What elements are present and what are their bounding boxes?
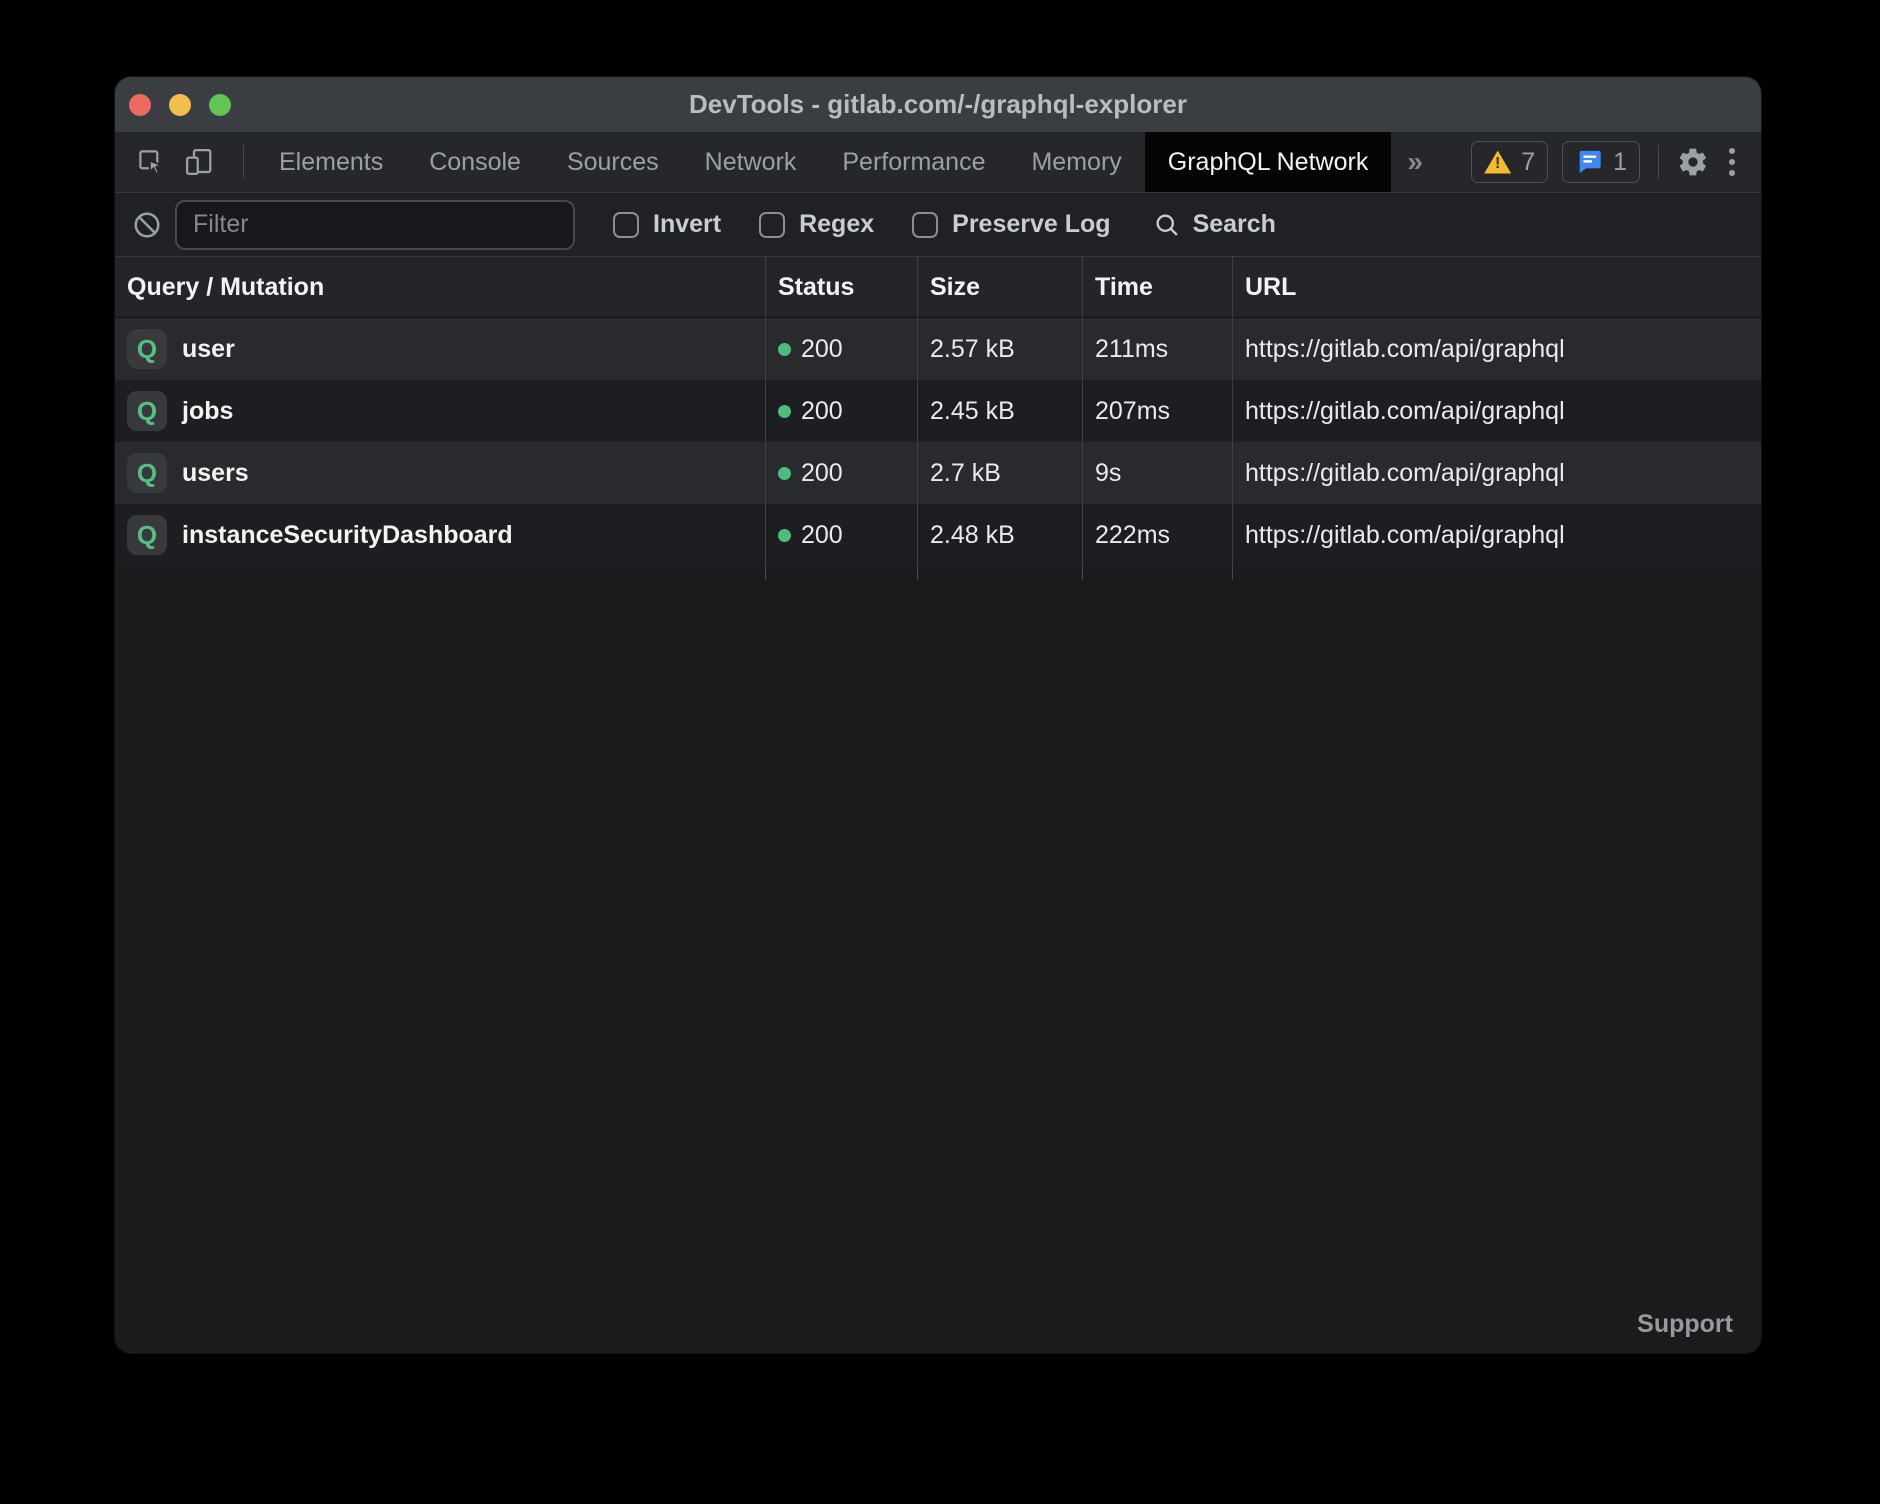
request-url: https://gitlab.com/api/graphql xyxy=(1232,318,1761,380)
column-header-url: URL xyxy=(1232,257,1761,317)
issues-badge[interactable]: 1 xyxy=(1562,141,1640,183)
search-button[interactable]: Search xyxy=(1153,210,1276,239)
search-icon xyxy=(1153,211,1181,239)
warning-icon xyxy=(1484,151,1511,174)
column-header-time: Time xyxy=(1082,257,1232,317)
preserve-log-checkbox[interactable] xyxy=(912,212,938,238)
request-url: https://gitlab.com/api/graphql xyxy=(1232,442,1761,504)
status-ok-icon xyxy=(778,467,791,480)
table-row[interactable]: Q user 200 2.57 kB 211ms https://gitlab.… xyxy=(115,318,1761,380)
query-type-icon: Q xyxy=(127,391,167,431)
toolbar-divider xyxy=(1658,145,1659,179)
tab-performance[interactable]: Performance xyxy=(819,132,1008,192)
regex-checkbox[interactable] xyxy=(759,212,785,238)
devtools-window: DevTools - gitlab.com/-/graphql-explorer… xyxy=(115,77,1761,1353)
query-name: users xyxy=(182,459,249,488)
status-code: 200 xyxy=(801,521,843,550)
issues-icon xyxy=(1575,148,1603,176)
request-time: 222ms xyxy=(1082,504,1232,566)
status-code: 200 xyxy=(801,459,843,488)
tab-console[interactable]: Console xyxy=(406,132,544,192)
table-row[interactable]: Q users 200 2.7 kB 9s https://gitlab.com… xyxy=(115,442,1761,504)
more-tabs-button[interactable]: » xyxy=(1391,132,1439,192)
tab-memory[interactable]: Memory xyxy=(1008,132,1144,192)
tab-network[interactable]: Network xyxy=(682,132,820,192)
warning-count: 7 xyxy=(1521,148,1535,177)
response-size: 2.48 kB xyxy=(917,504,1082,566)
request-time: 9s xyxy=(1082,442,1232,504)
status-ok-icon xyxy=(778,343,791,356)
preserve-log-label: Preserve Log xyxy=(952,210,1110,239)
devtools-tabbar: Elements Console Sources Network Perform… xyxy=(115,132,1761,192)
status-code: 200 xyxy=(801,335,843,364)
table-header: Query / Mutation Status Size Time URL xyxy=(115,256,1761,318)
status-ok-icon xyxy=(778,405,791,418)
more-options-icon[interactable] xyxy=(1723,148,1741,176)
titlebar: DevTools - gitlab.com/-/graphql-explorer xyxy=(115,77,1761,132)
response-size: 2.7 kB xyxy=(917,442,1082,504)
query-type-icon: Q xyxy=(127,515,167,555)
clear-log-icon[interactable] xyxy=(131,209,163,241)
device-toolbar-icon[interactable] xyxy=(183,146,215,178)
invert-label: Invert xyxy=(653,210,721,239)
filter-input[interactable] xyxy=(175,200,575,250)
window-title: DevTools - gitlab.com/-/graphql-explorer xyxy=(115,89,1761,120)
panel-tabs: Elements Console Sources Network Perform… xyxy=(256,132,1439,192)
issues-count: 1 xyxy=(1613,148,1627,177)
column-guides xyxy=(115,566,1761,580)
invert-checkbox-group: Invert xyxy=(613,210,721,239)
filter-toolbar: Invert Regex Preserve Log Search xyxy=(115,192,1761,256)
tab-graphql-network[interactable]: GraphQL Network xyxy=(1145,132,1392,192)
regex-checkbox-group: Regex xyxy=(759,210,874,239)
support-link[interactable]: Support xyxy=(1637,1310,1733,1339)
request-time: 207ms xyxy=(1082,380,1232,442)
request-time: 211ms xyxy=(1082,318,1232,380)
status-code: 200 xyxy=(801,397,843,426)
query-name: user xyxy=(182,335,235,364)
table-row[interactable]: Q instanceSecurityDashboard 200 2.48 kB … xyxy=(115,504,1761,566)
preserve-log-checkbox-group: Preserve Log xyxy=(912,210,1110,239)
column-header-query-mutation: Query / Mutation xyxy=(115,257,765,317)
invert-checkbox[interactable] xyxy=(613,212,639,238)
tab-elements[interactable]: Elements xyxy=(256,132,406,192)
table-row[interactable]: Q jobs 200 2.45 kB 207ms https://gitlab.… xyxy=(115,380,1761,442)
status-ok-icon xyxy=(778,529,791,542)
regex-label: Regex xyxy=(799,210,874,239)
query-name: jobs xyxy=(182,397,233,426)
search-label: Search xyxy=(1193,210,1276,239)
column-header-size: Size xyxy=(917,257,1082,317)
column-header-status: Status xyxy=(765,257,917,317)
tab-sources[interactable]: Sources xyxy=(544,132,682,192)
toolbar-divider xyxy=(243,145,244,179)
settings-gear-icon[interactable] xyxy=(1677,146,1709,178)
query-type-icon: Q xyxy=(127,329,167,369)
request-url: https://gitlab.com/api/graphql xyxy=(1232,380,1761,442)
inspect-element-icon[interactable] xyxy=(135,146,167,178)
response-size: 2.45 kB xyxy=(917,380,1082,442)
query-type-icon: Q xyxy=(127,453,167,493)
query-name: instanceSecurityDashboard xyxy=(182,521,513,550)
response-size: 2.57 kB xyxy=(917,318,1082,380)
warnings-badge[interactable]: 7 xyxy=(1471,141,1548,183)
request-url: https://gitlab.com/api/graphql xyxy=(1232,504,1761,566)
